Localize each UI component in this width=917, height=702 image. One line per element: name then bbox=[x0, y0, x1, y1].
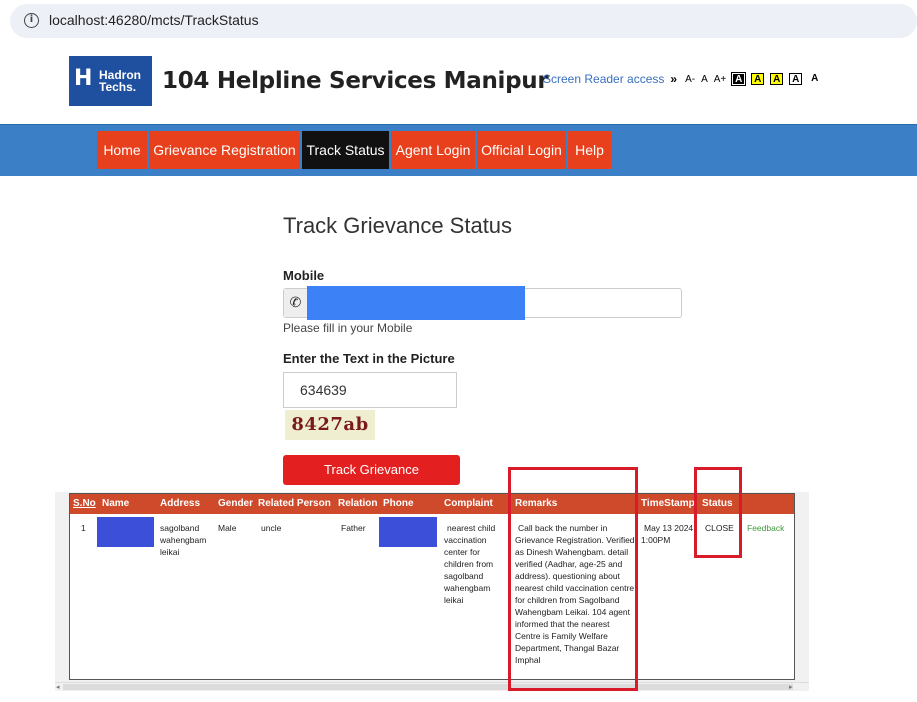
cell-complaint: nearest child vaccination center for chi… bbox=[444, 523, 496, 605]
nav-agent-login[interactable]: Agent Login bbox=[391, 131, 477, 169]
mobile-redaction bbox=[307, 286, 525, 320]
remarks-highlight-box bbox=[508, 467, 638, 691]
cell-related-person: uncle bbox=[261, 523, 282, 533]
font-increase-button[interactable]: A+ bbox=[714, 74, 727, 85]
contrast-default-button[interactable]: A bbox=[808, 73, 822, 85]
hadron-logo: H Hadron Techs. bbox=[69, 56, 152, 106]
cell-timestamp: May 13 2024 1:00PM bbox=[641, 523, 694, 545]
scroll-left-icon[interactable]: ◂ bbox=[56, 683, 60, 691]
captcha-image: 8427ab bbox=[285, 410, 375, 440]
results-table: S.No Name Address Gender Related Person … bbox=[69, 493, 795, 680]
table-header: S.No Name Address Gender Related Person … bbox=[70, 494, 794, 514]
col-address: Address bbox=[160, 498, 201, 509]
cell-gender: Male bbox=[218, 523, 237, 533]
col-phone: Phone bbox=[383, 498, 414, 509]
horizontal-scrollbar[interactable]: ◂ ▸ bbox=[55, 682, 809, 691]
captcha-input[interactable]: 634639 bbox=[283, 372, 457, 408]
col-name: Name bbox=[102, 498, 130, 509]
logo-text: Hadron Techs. bbox=[99, 68, 141, 94]
vertical-scrollbar[interactable] bbox=[797, 492, 809, 682]
nav-official-login[interactable]: Official Login bbox=[477, 131, 568, 169]
url-text: localhost:46280/mcts/TrackStatus bbox=[49, 12, 259, 28]
scroll-thumb[interactable] bbox=[63, 684, 793, 690]
font-normal-button[interactable]: A bbox=[701, 74, 708, 85]
address-bar[interactable]: i localhost:46280/mcts/TrackStatus bbox=[10, 4, 917, 38]
captcha-label: Enter the Text in the Picture bbox=[283, 351, 455, 366]
mobile-hint: Please fill in your Mobile bbox=[283, 321, 413, 335]
mobile-label: Mobile bbox=[283, 268, 325, 283]
nav-track-status[interactable]: Track Status bbox=[302, 131, 391, 169]
nav-home[interactable]: Home bbox=[97, 131, 149, 169]
col-relation: Relation bbox=[338, 498, 378, 509]
col-timestamp: TimeStamp bbox=[641, 498, 695, 509]
cell-relation: Father bbox=[341, 523, 366, 533]
contrast-black-button[interactable]: A bbox=[731, 72, 747, 86]
phone-icon: ✆ bbox=[284, 289, 308, 317]
contrast-white-button[interactable]: A bbox=[789, 73, 803, 85]
nav-grievance-registration[interactable]: Grievance Registration bbox=[149, 131, 302, 169]
cell-address: sagolband wahengbam leikai bbox=[160, 523, 207, 557]
site-title: 104 Helpline Services Manipur bbox=[162, 68, 549, 94]
status-highlight-box bbox=[694, 467, 742, 558]
name-redaction bbox=[97, 517, 154, 547]
page-title: Track Grievance Status bbox=[283, 213, 513, 238]
cell-sno: 1 bbox=[81, 523, 86, 533]
double-arrow-icon: » bbox=[670, 72, 678, 86]
accessibility-bar: Screen Reader access » A- A A+ A A A A A bbox=[543, 72, 822, 86]
nav-help[interactable]: Help bbox=[568, 131, 613, 169]
contrast-yellow-button[interactable]: A bbox=[751, 73, 765, 85]
col-related-person: Related Person bbox=[258, 498, 331, 509]
logo-mark: H bbox=[74, 66, 93, 91]
contrast-yellow-alt-button[interactable]: A bbox=[770, 73, 784, 85]
info-icon[interactable]: i bbox=[24, 13, 39, 28]
col-sno[interactable]: S.No bbox=[73, 498, 96, 509]
font-decrease-button[interactable]: A- bbox=[685, 74, 695, 85]
main-nav: Home Grievance Registration Track Status… bbox=[0, 124, 917, 176]
col-complaint: Complaint bbox=[444, 498, 493, 509]
col-gender: Gender bbox=[218, 498, 254, 509]
track-grievance-button[interactable]: Track Grievance bbox=[283, 455, 460, 485]
feedback-link[interactable]: Feedback bbox=[747, 522, 784, 534]
scroll-right-icon[interactable]: ▸ bbox=[789, 683, 793, 691]
screen-reader-link[interactable]: Screen Reader access bbox=[543, 72, 664, 86]
phone-redaction bbox=[379, 517, 437, 547]
